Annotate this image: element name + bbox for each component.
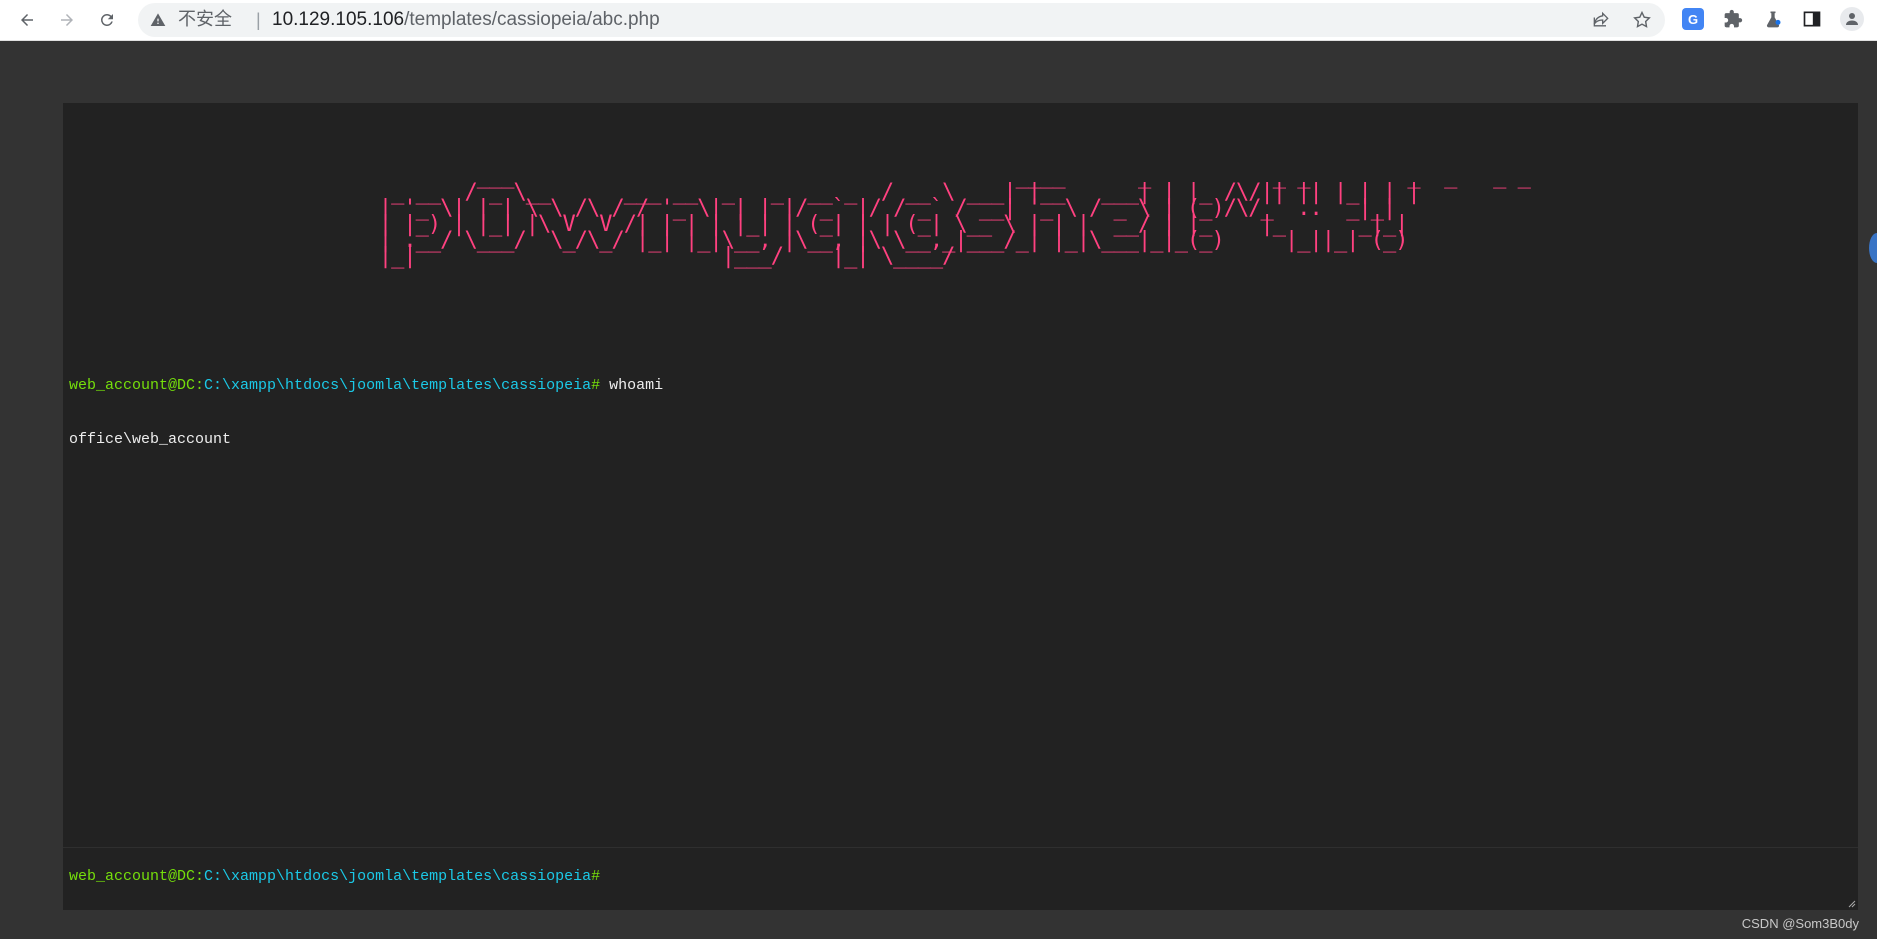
resize-handle-icon[interactable] — [1846, 898, 1856, 908]
security-label[interactable]: 不安全 — [178, 10, 232, 30]
url-separator: | — [256, 10, 261, 30]
url-host: 10.129.105.106 — [272, 9, 405, 30]
history-command-line: web_account@DC:C:\xampp\htdocs\joomla\te… — [69, 377, 1852, 395]
shell-banner: ___ ____ _ _ _ _ _ _ _ _ __ / _ \__ ___ … — [63, 164, 1858, 269]
profile-button[interactable] — [1840, 7, 1864, 31]
prompt-hash: # — [591, 377, 601, 394]
prompt-hash: # — [591, 868, 601, 885]
labs-button[interactable] — [1761, 7, 1785, 31]
google-translate-icon: G — [1682, 8, 1704, 30]
back-button[interactable] — [13, 6, 41, 34]
reload-button[interactable] — [93, 6, 121, 34]
warning-icon[interactable] — [150, 12, 166, 28]
prompt-user: web_account@DC — [69, 868, 196, 885]
prompt-cwd: C:\xampp\htdocs\joomla\templates\cassiop… — [204, 377, 592, 394]
side-floating-button[interactable] — [1869, 233, 1877, 263]
watermark: CSDN @Som3B0dy — [1741, 916, 1859, 931]
terminal-output: web_account@DC:C:\xampp\htdocs\joomla\te… — [69, 341, 1852, 485]
side-panel-icon — [1803, 11, 1821, 27]
bookmark-star-icon[interactable] — [1632, 10, 1652, 30]
browser-toolbar: 不安全 | 10.129.105.106/templates/cassiopei… — [0, 0, 1877, 41]
prompt-colon: : — [195, 377, 205, 394]
url-path: /templates/cassiopeia/abc.php — [404, 9, 660, 30]
prompt-colon: : — [195, 868, 205, 885]
side-panel-button[interactable] — [1800, 7, 1824, 31]
url-text[interactable]: 10.129.105.106/templates/cassiopeia/abc.… — [272, 9, 660, 31]
reload-icon — [100, 13, 113, 26]
prompt-user: web_account@DC — [69, 377, 196, 394]
extensions-button[interactable] — [1721, 7, 1745, 31]
shell-terminal: ___ ____ _ _ _ _ _ _ _ _ __ / _ \__ ___ … — [63, 103, 1858, 910]
forward-button[interactable] — [53, 6, 81, 34]
google-translate-button[interactable]: G — [1681, 7, 1705, 31]
extensions-icon — [1724, 9, 1743, 28]
share-icon[interactable] — [1591, 10, 1611, 30]
prompt-cwd: C:\xampp\htdocs\joomla\templates\cassiop… — [204, 868, 592, 885]
forward-icon — [61, 14, 73, 26]
history-command: whoami — [600, 377, 664, 394]
command-input[interactable] — [663, 866, 1817, 890]
address-bar[interactable]: 不安全 | 10.129.105.106/templates/cassiopei… — [138, 3, 1665, 37]
command-input-bar: web_account@DC:C:\xampp\htdocs\joomla\te… — [63, 847, 1858, 910]
current-prompt: web_account@DC:C:\xampp\htdocs\joomla\te… — [69, 868, 600, 886]
profile-icon — [1840, 7, 1864, 31]
banner-ascii-art: ___ ____ _ _ _ _ _ _ _ _ __ / _ \__ ___ … — [378, 164, 1531, 269]
labs-icon — [1766, 11, 1781, 28]
back-icon — [21, 14, 33, 26]
history-output: office\web_account — [69, 431, 232, 448]
